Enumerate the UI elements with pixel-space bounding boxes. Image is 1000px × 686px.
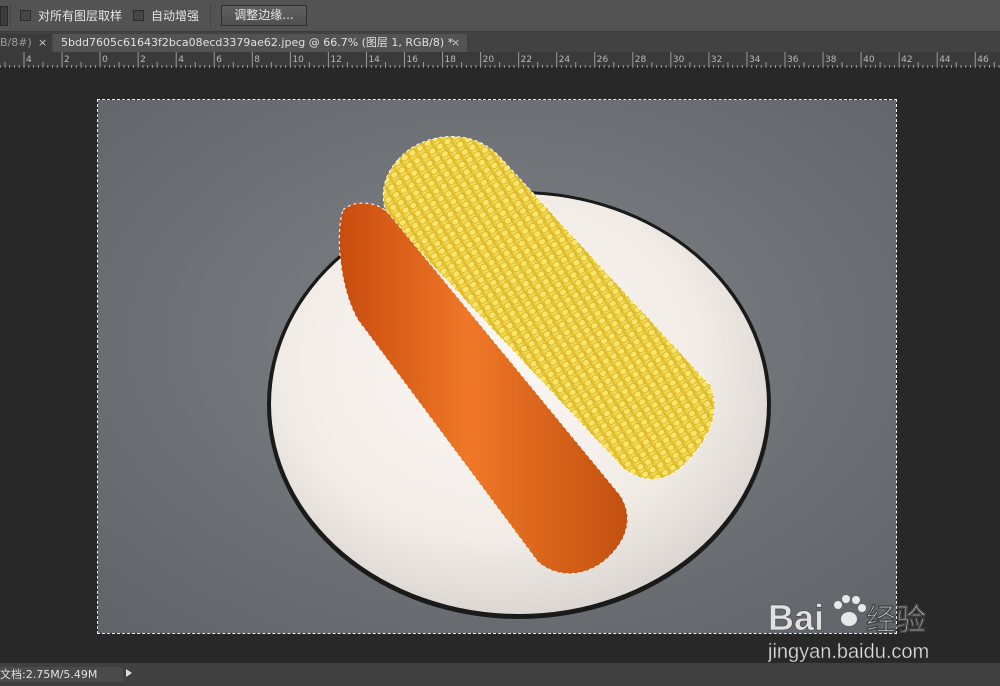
- watermark-brand: Bai: [768, 597, 824, 638]
- sample-all-layers-checkbox[interactable]: [20, 10, 31, 21]
- watermark-jingyan: 经验: [866, 603, 926, 638]
- sample-all-layers-option[interactable]: 对所有图层取样: [20, 7, 122, 24]
- ruler-tick-label: 4: [178, 55, 184, 65]
- close-icon[interactable]: ×: [451, 34, 460, 52]
- tab-previous-document[interactable]: B/8#) ×: [0, 34, 51, 52]
- ruler-tick-label: 12: [330, 55, 341, 65]
- triangle-right-icon[interactable]: [126, 669, 132, 677]
- ruler-tick-label: 32: [711, 55, 722, 65]
- auto-enhance-label: 自动增强: [151, 9, 200, 23]
- ruler-tick-label: 30: [673, 55, 685, 65]
- tab-active-document[interactable]: 5bdd7605c61643f2bca08ecd3379ae62.jpeg @ …: [53, 34, 467, 52]
- horizontal-ruler[interactable]: 4 2 0 2 4 6 8 10 12 14 16 18 20 22 24 26 28 30 32 34 36 38 40 4…: [0, 52, 1000, 68]
- document-image[interactable]: [98, 100, 896, 633]
- ruler-tick-label: 44: [939, 55, 951, 65]
- ruler-tick-label: 16: [407, 55, 419, 65]
- auto-enhance-option[interactable]: 自动增强: [133, 7, 199, 24]
- ruler-tick-label: 10: [292, 55, 304, 65]
- sample-all-layers-label: 对所有图层取样: [38, 9, 123, 23]
- options-separator: [10, 4, 11, 28]
- ruler-tick-label: 4: [26, 55, 32, 65]
- document-tab-strip: B/8#) × 5bdd7605c61643f2bca08ecd3379ae62…: [0, 32, 1000, 52]
- baidu-logo: Bai 经验 jingyan.baidu.com: [767, 595, 929, 663]
- watermark-url: jingyan.baidu.com: [768, 641, 929, 663]
- ruler-tick-label: 20: [483, 55, 495, 65]
- ruler-tick-label: 2: [64, 55, 70, 65]
- ruler-tick-label: 22: [521, 55, 532, 65]
- ruler-tick-label: 34: [749, 55, 761, 65]
- ruler-tick-label: 24: [559, 55, 571, 65]
- ruler-tick-label: 6: [216, 55, 222, 65]
- ruler-tick-label: 46: [977, 55, 989, 65]
- options-separator: [210, 4, 211, 28]
- tab-label: B/8#): [0, 36, 32, 49]
- ruler-ticks: 4 2 0 2 4 6 8 10 12 14 16 18 20 22 24 26 28 30 32 34 36 38 40 4…: [0, 52, 1000, 68]
- ruler-tick-label: 8: [254, 55, 260, 65]
- auto-enhance-checkbox[interactable]: [133, 10, 144, 21]
- ruler-tick-label: 38: [825, 55, 837, 65]
- refine-edge-button[interactable]: 调整边缘...: [221, 5, 307, 26]
- status-bar: 文档:2.75M/5.49M: [0, 662, 1000, 686]
- tab-label: 5bdd7605c61643f2bca08ecd3379ae62.jpeg @ …: [61, 36, 454, 49]
- ruler-tick-label: 0: [102, 55, 108, 65]
- ruler-tick-label: 14: [368, 55, 380, 65]
- paw-icon: [834, 595, 866, 626]
- ruler-tick-label: 2: [140, 55, 146, 65]
- baidu-watermark: Bai 经验 jingyan.baidu.com: [767, 575, 968, 665]
- document-size-info: 文档:2.75M/5.49M: [0, 667, 123, 682]
- ruler-tick-label: 40: [863, 55, 875, 65]
- ruler-tick-label: 26: [597, 55, 609, 65]
- ruler-tick-label: 42: [901, 55, 912, 65]
- options-bar: 对所有图层取样 自动增强 调整边缘...: [0, 0, 1000, 32]
- close-icon[interactable]: ×: [38, 34, 47, 52]
- ruler-tick-label: 18: [445, 55, 457, 65]
- ruler-tick-label: 28: [635, 55, 647, 65]
- photo-carrot-corn: [98, 100, 896, 633]
- tool-preset-dropdown[interactable]: [0, 6, 8, 26]
- ruler-tick-label: 36: [787, 55, 799, 65]
